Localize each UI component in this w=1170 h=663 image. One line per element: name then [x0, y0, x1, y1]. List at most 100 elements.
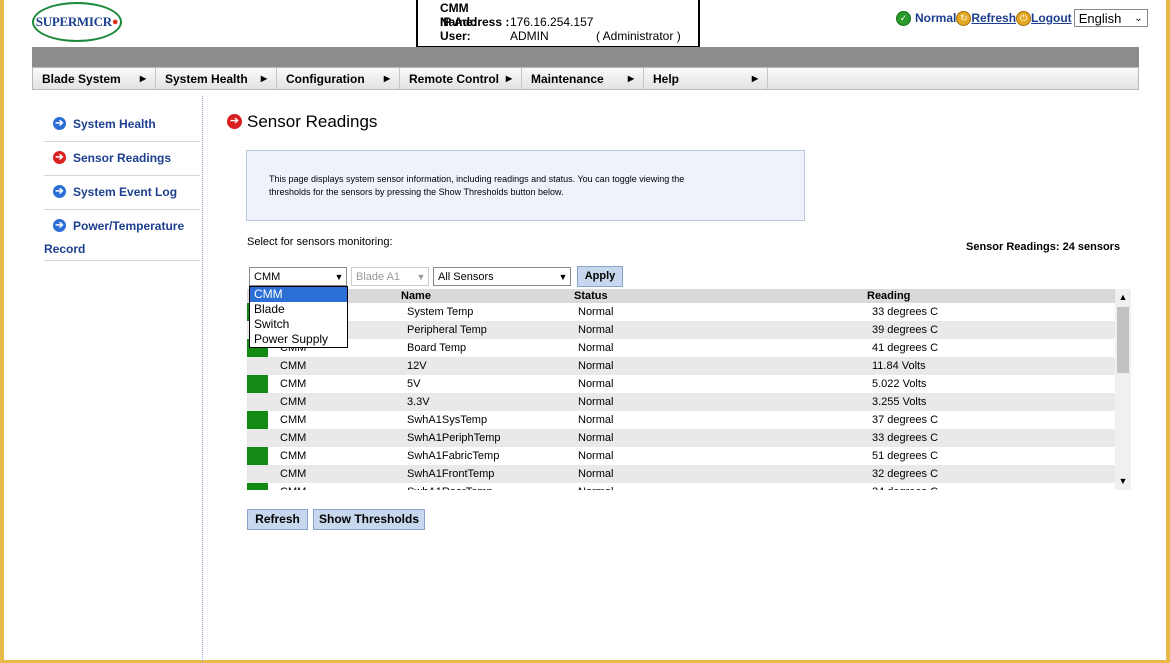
table-row: CMM 3.3V Normal 3.255 Volts — [247, 393, 1131, 411]
device-type-select[interactable]: CMM ▼ — [249, 267, 347, 286]
cell-reading: 33 degrees C — [872, 432, 939, 444]
select-sensors-label: Select for sensors monitoring: — [247, 236, 393, 248]
blade-select[interactable]: Blade A1 ▼ — [351, 267, 429, 286]
logo-dot-icon: ● — [111, 16, 119, 28]
cell-source: CMM — [280, 360, 307, 372]
arrow-right-circle-icon: ➔ — [53, 151, 66, 164]
user-role: ( Administrator ) — [596, 29, 681, 43]
menu-help[interactable]: Help ▶ — [644, 68, 768, 89]
dropdown-option[interactable]: Switch — [250, 317, 347, 332]
column-header-status: Status — [574, 290, 608, 302]
header-status-area: ✓ Normal ↻ Refresh ⏻ Logout English ⌄ — [896, 9, 1148, 27]
cell-reading: 37 degrees C — [872, 414, 939, 426]
sensor-count-label: Sensor Readings: 24 sensors — [966, 241, 1121, 253]
power-icon[interactable]: ⏻ — [1016, 10, 1032, 26]
table-row: CMM SwhA1PeriphTemp Normal 33 degrees C — [247, 429, 1131, 447]
menu-blade-system[interactable]: Blade System ▶ — [33, 68, 156, 89]
menu-label: Blade System — [42, 71, 121, 86]
cell-source: CMM — [280, 414, 307, 426]
menu-configuration[interactable]: Configuration ▶ — [277, 68, 400, 89]
arrow-right-circle-icon: ➔ — [227, 114, 242, 129]
supermicro-logo: SUPERMICR ● — [32, 2, 122, 42]
sensor-type-value: All Sensors — [438, 270, 494, 283]
table-row: CMMSystem TempNormal33 degrees C — [247, 303, 1131, 321]
sensor-table: Name Status Reading CMM System Temp Normal… — [247, 289, 1131, 490]
dropdown-option[interactable]: Blade — [250, 302, 347, 317]
dropdown-option[interactable]: CMM — [250, 287, 347, 302]
cell-reading: 11.84 Volts — [872, 360, 926, 372]
arrow-right-circle-icon: ➔ — [53, 185, 66, 198]
sensor-type-select[interactable]: All Sensors ▼ — [433, 267, 571, 286]
chevron-right-icon: ▶ — [627, 74, 634, 83]
menu-system-health[interactable]: System Health ▶ — [156, 68, 277, 89]
dropdown-option[interactable]: Power Supply — [250, 332, 347, 347]
refresh-button[interactable]: Refresh — [247, 509, 308, 530]
menu-remote-control[interactable]: Remote Control ▶ — [400, 68, 522, 89]
sidebar-item-sensor-readings[interactable]: ➔ Sensor Readings — [44, 142, 200, 176]
cell-status: Normal — [578, 342, 614, 354]
sidebar-item-label: System Health — [73, 117, 156, 131]
show-thresholds-button[interactable]: Show Thresholds — [313, 509, 425, 530]
table-row: CMM 12V Normal 11.84 Volts — [247, 357, 1131, 375]
cell-status: Normal — [578, 468, 614, 480]
chevron-down-icon: ▼ — [416, 271, 426, 282]
cell-source: CMM — [280, 378, 307, 390]
page-title: Sensor Readings — [247, 112, 378, 131]
sidebar-divider — [202, 96, 203, 663]
cell-name: 3.3V — [407, 396, 430, 408]
cell-reading: 3.255 Volts — [872, 396, 927, 408]
logo-text: SUPERMICR — [35, 14, 112, 29]
refresh-icon[interactable]: ↻ — [956, 10, 972, 26]
cell-source: CMM — [280, 450, 307, 462]
scrollbar-thumb[interactable] — [1117, 307, 1129, 373]
chevron-up-icon[interactable]: ▲ — [1115, 290, 1131, 304]
user-value: ADMIN — [510, 29, 549, 43]
table-scrollbar[interactable]: ▲ ▼ — [1115, 289, 1131, 490]
cell-source: CMM — [280, 486, 306, 490]
sidebar-item-system-health[interactable]: ➔ System Health — [44, 108, 200, 142]
menu-label: Configuration — [286, 71, 365, 86]
cell-name: SwhA1FrontTemp — [407, 468, 495, 480]
sidebar-item-label: System Event Log — [73, 185, 178, 199]
chevron-right-icon: ▶ — [505, 74, 512, 83]
cell-status: Normal — [578, 378, 614, 390]
chevron-right-icon: ▶ — [751, 74, 758, 83]
sidebar-item-power-temperature-record[interactable]: ➔ Power/Temperature Record — [44, 210, 200, 261]
language-value: English — [1078, 10, 1122, 26]
menu-label: Maintenance — [531, 71, 604, 86]
blade-value: Blade A1 — [356, 270, 401, 283]
chevron-right-icon: ▶ — [383, 74, 390, 83]
cell-source: CMM — [280, 468, 307, 480]
logout-link[interactable]: Logout — [1031, 11, 1072, 25]
cell-reading: 32 degrees C — [872, 468, 939, 480]
chevron-down-icon[interactable]: ▼ — [1115, 474, 1131, 488]
cell-status: Normal — [578, 414, 614, 426]
chevron-down-icon: ▼ — [558, 271, 568, 282]
cell-status: Normal — [578, 306, 614, 318]
cell-reading: 5.022 Volts — [872, 378, 927, 390]
language-select[interactable]: English ⌄ — [1073, 9, 1148, 27]
cell-name: SwhA1FabricTemp — [407, 450, 500, 462]
ip-address-label: IP Address : — [440, 15, 510, 29]
cell-status: Normal — [578, 360, 614, 372]
cell-status: Normal — [578, 486, 613, 490]
apply-button[interactable]: Apply — [577, 266, 623, 287]
cell-name: SwhA1PeriphTemp — [407, 432, 501, 444]
header-divider-bar — [32, 47, 1139, 67]
user-label: User: — [440, 29, 471, 43]
check-circle-icon: ✓ — [896, 10, 911, 26]
menu-maintenance[interactable]: Maintenance ▶ — [522, 68, 644, 89]
main-menu-bar: Blade System ▶ System Health ▶ Configurati… — [32, 67, 1139, 90]
table-row: CMM SwhA1SysTemp Normal 37 degrees C — [247, 411, 1131, 429]
description-line-1: This page displays system sensor informa… — [269, 174, 685, 184]
arrow-right-circle-icon: ➔ — [53, 219, 66, 232]
sidebar-item-system-event-log[interactable]: ➔ System Event Log — [44, 176, 200, 210]
cell-status: Normal — [578, 450, 614, 462]
cell-name: 5V — [407, 378, 421, 390]
table-row: CMM SwhA1FabricTemp Normal 51 degrees C — [247, 447, 1131, 465]
refresh-link[interactable]: Refresh — [971, 11, 1016, 25]
table-row: CMMPeripheral TempNormal39 degrees C — [247, 321, 1131, 339]
column-header-name: Name — [401, 290, 431, 302]
description-line-2: thresholds for the sensors by pressing t… — [269, 187, 564, 197]
cell-reading: 41 degrees C — [872, 342, 939, 354]
